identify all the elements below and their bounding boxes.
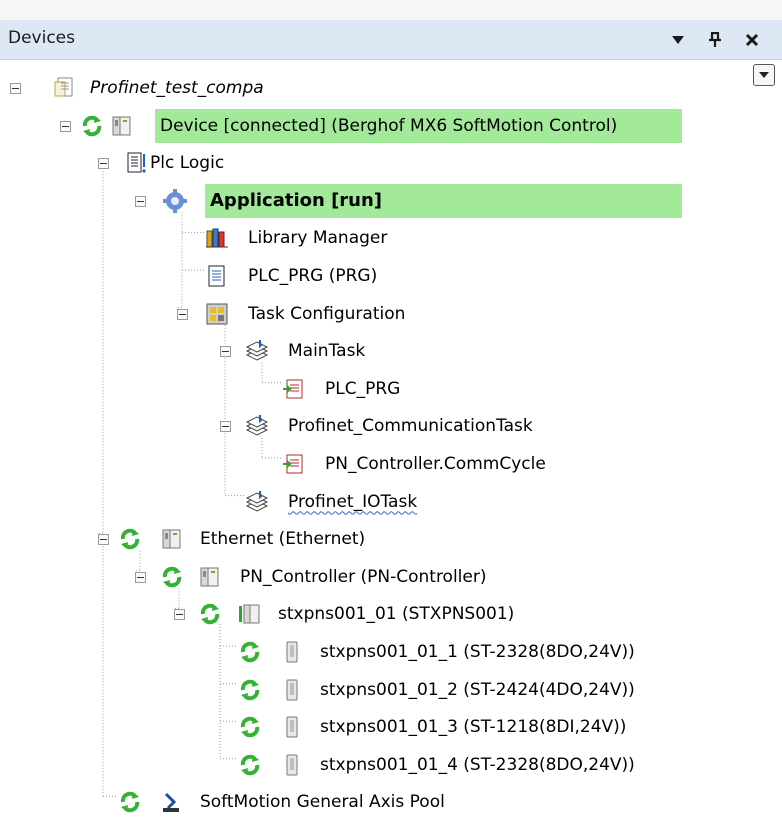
application-gear-icon — [163, 188, 187, 213]
axis-pool-icon — [160, 790, 184, 814]
plc-logic-icon — [126, 151, 150, 175]
program-document-icon — [205, 264, 229, 288]
tree-item[interactable]: PLC_PRG (PRG) — [0, 258, 782, 294]
collapse-toggle[interactable] — [98, 534, 109, 546]
tree-item[interactable]: PN_Controller (PN-Controller) — [0, 559, 782, 595]
library-books-icon — [205, 226, 229, 250]
connected-refresh-icon — [160, 565, 184, 589]
tree-item[interactable]: Profinet_CommunicationTask — [0, 408, 782, 444]
tree-item[interactable]: stxpns001_01_3 (ST-1218(8DI,24V)) — [0, 709, 782, 745]
tree-item-label: MainTask — [288, 341, 366, 362]
connected-refresh-icon — [238, 715, 262, 739]
tree-item-label: SoftMotion General Axis Pool — [200, 792, 445, 813]
tree-item-label: Plc Logic — [150, 153, 225, 174]
tree-item[interactable]: stxpns001_01 (STXPNS001) — [0, 596, 782, 632]
tree-item[interactable]: PN_Controller.CommCycle — [0, 446, 782, 482]
tree-item[interactable]: SoftMotion General Axis Pool — [0, 784, 782, 820]
device-module-icon — [198, 565, 222, 589]
collapse-toggle[interactable] — [135, 195, 146, 207]
tree-item[interactable]: MainTask — [0, 333, 782, 369]
io-coupler-icon — [238, 602, 262, 626]
device-module-icon — [160, 527, 184, 551]
task-stack-icon — [245, 414, 269, 438]
tree-item[interactable]: Profinet_IOTask — [0, 484, 782, 520]
connected-refresh-icon — [238, 753, 262, 777]
tree-item-label: Profinet_IOTask — [288, 491, 418, 512]
collapse-toggle[interactable] — [98, 158, 109, 170]
io-module-icon — [280, 753, 304, 777]
tree-item-label: Ethernet (Ethernet) — [200, 529, 366, 550]
collapse-toggle[interactable] — [220, 421, 231, 433]
program-call-icon — [282, 377, 306, 401]
tree-item[interactable]: Ethernet (Ethernet) — [0, 521, 782, 557]
program-call-icon — [282, 452, 306, 476]
connected-refresh-icon — [238, 678, 262, 702]
chevron-down-icon — [759, 72, 769, 78]
connected-refresh-icon — [118, 790, 142, 814]
io-module-icon — [280, 640, 304, 664]
connected-refresh-icon — [80, 114, 104, 138]
tree-item[interactable]: Device [connected] (Berghof MX6 SoftMoti… — [0, 108, 782, 144]
tree-item-label: PLC_PRG (PRG) — [248, 266, 378, 286]
collapse-toggle[interactable] — [60, 120, 71, 132]
tree-item-label: stxpns001_01_4 (ST-2328(8DO,24V)) — [320, 754, 635, 775]
tree-item[interactable]: stxpns001_01_1 (ST-2328(8DO,24V)) — [0, 634, 782, 670]
tree-item[interactable]: Profinet_test_compa — [0, 70, 782, 106]
io-module-icon — [280, 715, 304, 739]
tree-item[interactable]: Library Manager — [0, 220, 782, 256]
tree-item[interactable]: Task Configuration — [0, 296, 782, 332]
tree-item-label: PN_Controller (PN-Controller) — [240, 566, 487, 587]
collapse-toggle[interactable] — [220, 346, 231, 358]
tree-item[interactable]: Plc Logic — [0, 145, 782, 181]
io-module-icon — [280, 678, 304, 702]
tree-item-label: stxpns001_01_2 (ST-2424(4DO,24V)) — [320, 679, 635, 700]
tree-item[interactable]: stxpns001_01_4 (ST-2328(8DO,24V)) — [0, 747, 782, 783]
tree-item-label: Application [run] — [210, 189, 383, 211]
project-dropdown-button[interactable] — [753, 64, 775, 86]
tree-item-label: PN_Controller.CommCycle — [325, 454, 546, 474]
task-configuration-icon — [205, 302, 229, 326]
tree-item-label: PLC_PRG — [325, 378, 401, 399]
collapse-toggle[interactable] — [10, 83, 21, 94]
tree-item[interactable]: Application [run] — [0, 183, 782, 219]
tree-item-label: Device [connected] (Berghof MX6 SoftMoti… — [160, 115, 618, 136]
tree-item-label: stxpns001_01_3 (ST-1218(8DI,24V)) — [320, 717, 627, 738]
task-stack-icon — [245, 490, 269, 514]
tree-item-label: stxpns001_01 (STXPNS001) — [278, 604, 515, 625]
collapse-toggle[interactable] — [177, 308, 188, 320]
tree-item-label: Profinet_test_compa — [90, 78, 264, 98]
tree-item-label: stxpns001_01_1 (ST-2328(8DO,24V)) — [320, 642, 635, 662]
collapse-toggle[interactable] — [174, 609, 185, 621]
tree-item-label: Library Manager — [248, 228, 388, 249]
tree-item[interactable]: PLC_PRG — [0, 371, 782, 407]
task-stack-icon — [245, 339, 269, 363]
collapse-toggle[interactable] — [135, 571, 146, 583]
connected-refresh-icon — [118, 527, 142, 551]
tree-item-label: Task Configuration — [248, 303, 406, 324]
tree-item[interactable]: stxpns001_01_2 (ST-2424(4DO,24V)) — [0, 672, 782, 708]
connected-refresh-icon — [198, 602, 222, 626]
project-document-icon — [53, 76, 77, 100]
connected-refresh-icon — [238, 640, 262, 664]
device-module-icon — [110, 114, 134, 138]
tree-item-label: Profinet_CommunicationTask — [288, 416, 533, 437]
